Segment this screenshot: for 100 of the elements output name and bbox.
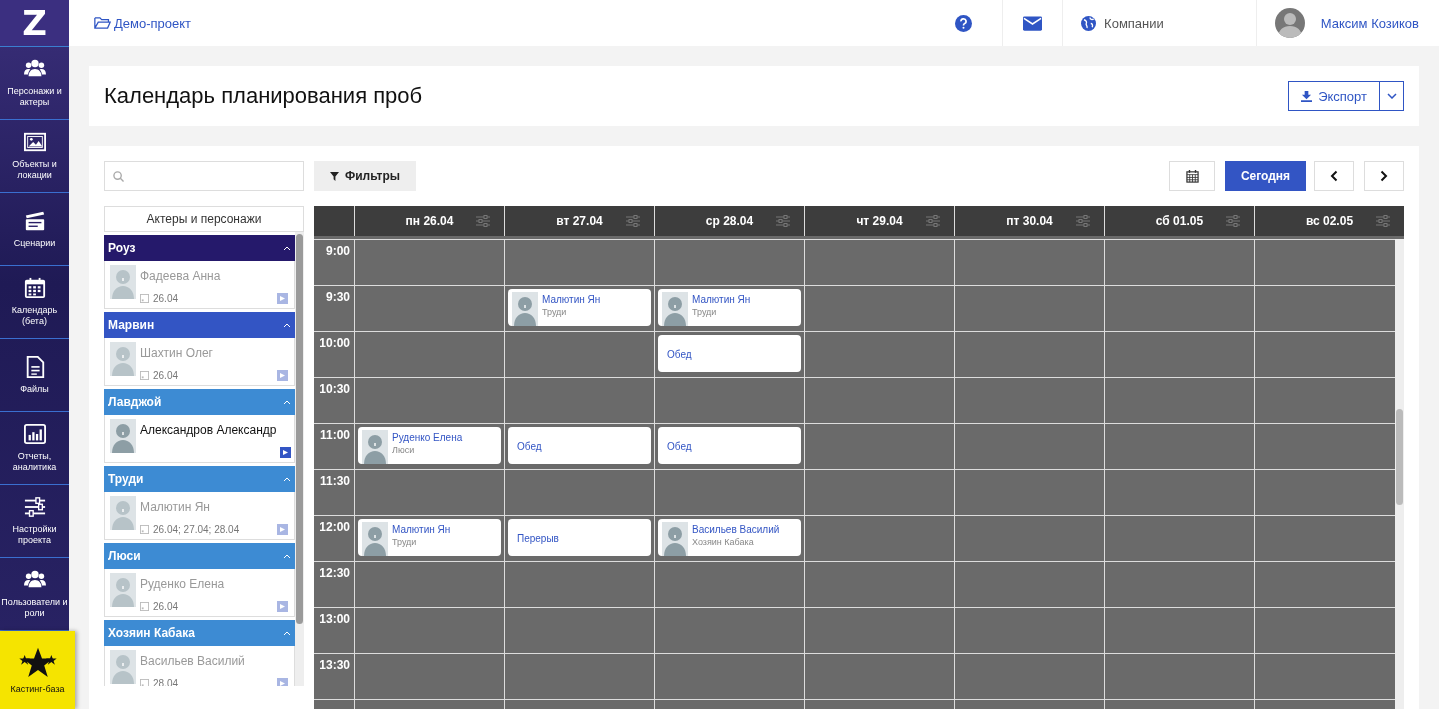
time-slot[interactable] <box>1104 516 1254 562</box>
actor-card[interactable]: Фадеева Анна 26.04 <box>104 261 295 309</box>
sidebar-nav-item[interactable]: Объекты и локации <box>0 120 69 193</box>
time-slot[interactable] <box>654 608 804 654</box>
break-event[interactable]: Обед <box>508 427 651 464</box>
previous-week-button[interactable] <box>1314 161 1354 191</box>
logo[interactable]: Z <box>0 0 69 47</box>
mail-icon[interactable] <box>1023 15 1043 31</box>
sidebar-nav-item[interactable]: Настройки проекта <box>0 485 69 558</box>
time-slot[interactable] <box>954 424 1104 470</box>
sidebar-nav-item[interactable]: Кастинг-база <box>0 631 75 709</box>
time-slot[interactable] <box>354 608 504 654</box>
audition-event[interactable]: Малютин Ян Труди <box>658 289 801 326</box>
time-slot[interactable] <box>954 286 1104 332</box>
time-slot[interactable] <box>804 286 954 332</box>
time-slot[interactable] <box>804 654 954 700</box>
scrollbar-thumb[interactable] <box>1396 409 1403 505</box>
actor-card[interactable]: Шахтин Олег 26.04 <box>104 338 295 386</box>
next-week-button[interactable] <box>1364 161 1404 191</box>
search-field[interactable] <box>104 161 304 191</box>
time-slot[interactable] <box>354 332 504 378</box>
sidebar-nav-item[interactable]: Календарь (бета) <box>0 266 69 339</box>
sidebar-nav-item[interactable]: Сценарии <box>0 193 69 266</box>
time-slot[interactable] <box>504 240 654 286</box>
time-slot[interactable] <box>804 608 954 654</box>
today-button[interactable]: Сегодня <box>1225 161 1306 191</box>
time-slot[interactable]: Руденко Елена Люси <box>354 424 504 470</box>
companies-link[interactable]: Компании <box>1104 15 1238 31</box>
time-slot[interactable]: Обед <box>504 424 654 470</box>
user-name-link[interactable]: Максим Козиков <box>1320 15 1419 31</box>
time-slot[interactable] <box>504 332 654 378</box>
actor-card[interactable]: Малютин Ян 26.04; 27.04; 28.04 <box>104 492 295 540</box>
role-header[interactable]: Люси <box>104 543 295 569</box>
break-event[interactable]: Обед <box>658 335 801 372</box>
time-slot[interactable]: Обед <box>654 332 804 378</box>
time-slot[interactable] <box>504 562 654 608</box>
scrollbar-thumb[interactable] <box>296 234 303 624</box>
time-slot[interactable] <box>804 332 954 378</box>
time-slot[interactable] <box>804 240 954 286</box>
time-slot[interactable] <box>954 654 1104 700</box>
time-slot[interactable] <box>654 470 804 516</box>
role-header[interactable]: Марвин <box>104 312 295 338</box>
time-slot[interactable] <box>654 378 804 424</box>
time-slot[interactable] <box>1104 470 1254 516</box>
time-slot[interactable] <box>954 378 1104 424</box>
time-slot[interactable] <box>804 562 954 608</box>
break-event[interactable]: Перерыв <box>508 519 651 556</box>
time-slot[interactable] <box>954 562 1104 608</box>
time-slot[interactable] <box>1104 378 1254 424</box>
role-header[interactable]: Роуз <box>104 235 295 261</box>
time-slot[interactable] <box>654 562 804 608</box>
time-slot[interactable] <box>1104 654 1254 700</box>
time-slot[interactable] <box>1104 332 1254 378</box>
time-slot[interactable] <box>654 240 804 286</box>
time-slot[interactable] <box>954 608 1104 654</box>
time-slot[interactable] <box>804 424 954 470</box>
time-slot[interactable] <box>1104 424 1254 470</box>
play-button[interactable] <box>280 447 292 458</box>
time-slot[interactable] <box>354 470 504 516</box>
time-slot[interactable] <box>504 654 654 700</box>
actor-card[interactable]: Руденко Елена 26.04 <box>104 569 295 617</box>
time-slot[interactable] <box>354 240 504 286</box>
audition-event[interactable]: Руденко Елена Люси <box>358 427 501 464</box>
time-slot[interactable] <box>354 654 504 700</box>
break-event[interactable]: Обед <box>658 427 801 464</box>
time-slot[interactable]: Малютин Ян Труди <box>354 516 504 562</box>
time-slot[interactable]: Малютин Ян Труди <box>654 286 804 332</box>
time-slot[interactable] <box>654 654 804 700</box>
time-slot[interactable] <box>804 470 954 516</box>
calendar-button[interactable] <box>1169 161 1215 191</box>
project-link[interactable]: Демо-проект <box>94 15 938 31</box>
role-header[interactable]: Хозяин Кабака <box>104 620 295 646</box>
time-slot[interactable] <box>954 240 1104 286</box>
audition-event[interactable]: Малютин Ян Труди <box>358 519 501 556</box>
time-slot[interactable] <box>354 378 504 424</box>
time-slot[interactable] <box>504 608 654 654</box>
time-slot[interactable] <box>1104 608 1254 654</box>
time-slot[interactable] <box>954 470 1104 516</box>
time-slot[interactable] <box>504 378 654 424</box>
actor-card[interactable]: Александров Александр <box>104 415 295 463</box>
audition-event[interactable]: Васильев Василий Хозяин Кабака <box>658 519 801 556</box>
help-icon[interactable] <box>955 14 973 32</box>
time-slot[interactable] <box>504 470 654 516</box>
time-slot[interactable]: Обед <box>654 424 804 470</box>
sidebar-nav-item[interactable]: Персонажи и актеры <box>0 47 69 120</box>
filters-button[interactable]: Фильтры <box>314 161 417 191</box>
time-slot[interactable] <box>354 286 504 332</box>
role-header[interactable]: Труди <box>104 466 295 492</box>
time-slot[interactable] <box>954 332 1104 378</box>
time-slot[interactable] <box>1104 562 1254 608</box>
time-slot[interactable] <box>354 562 504 608</box>
sidebar-nav-item[interactable]: Файлы <box>0 339 69 412</box>
time-slot[interactable] <box>954 516 1104 562</box>
time-slot[interactable] <box>804 516 954 562</box>
time-slot[interactable] <box>1104 286 1254 332</box>
time-slot[interactable] <box>804 378 954 424</box>
time-slot[interactable]: Перерыв <box>504 516 654 562</box>
sidebar-nav-item[interactable]: Отчеты, аналитика <box>0 412 69 485</box>
role-header[interactable]: Лавджой <box>104 389 295 415</box>
time-slot[interactable]: Малютин Ян Труди <box>504 286 654 332</box>
